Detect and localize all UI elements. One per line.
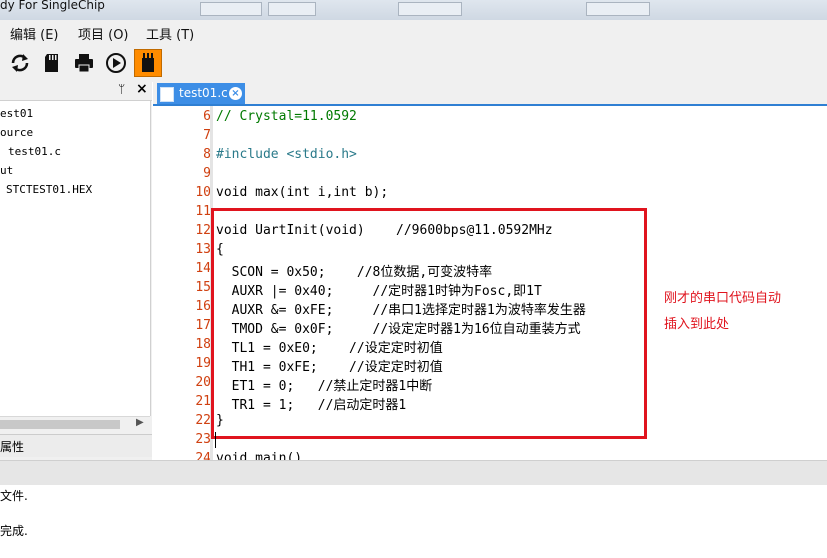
save-button[interactable]	[38, 49, 66, 77]
line-number: 20	[195, 375, 211, 390]
chip-icon	[142, 53, 154, 72]
tab-close-icon[interactable]: ×	[229, 87, 242, 100]
code-line: #include <stdio.h>	[216, 147, 357, 162]
line-number: 8	[203, 147, 211, 162]
menu-tools[interactable]: 工具 (T)	[146, 24, 194, 43]
file-icon	[160, 87, 174, 102]
code-editor[interactable]: 6 7 8 9 10 11 12 13 14 15 16 17 18 19 20…	[153, 106, 827, 460]
properties-label: 属性	[0, 440, 25, 454]
line-number: 15	[195, 280, 211, 295]
tab-label: test01.c	[179, 86, 228, 100]
output-line: 文件.	[0, 489, 28, 503]
sd-card-icon	[45, 54, 58, 72]
code-line: void max(int i,int b);	[216, 185, 389, 200]
menu-edit[interactable]: 编辑 (E)	[10, 24, 59, 43]
editor-tabs: test01.c ×	[153, 82, 827, 106]
toolbar	[0, 44, 827, 82]
properties-tab[interactable]: 属性	[0, 434, 152, 457]
project-panel-header: ᛘ ×	[0, 81, 152, 101]
line-number: 16	[195, 299, 211, 314]
annotation-line: 刚才的串口代码自动	[664, 291, 782, 306]
line-number: 17	[195, 318, 211, 333]
tab-test01-c[interactable]: test01.c ×	[157, 83, 245, 104]
annotation-note: 刚才的串口代码自动 插入到此处	[664, 286, 814, 338]
project-tree: est01 ource test01.c ut STCTEST01.HEX	[0, 101, 151, 416]
line-number: 14	[195, 261, 211, 276]
pin-icon[interactable]: ᛘ	[118, 82, 125, 96]
text-cursor	[215, 432, 216, 448]
code-line: void main()	[216, 451, 303, 460]
line-number: 19	[195, 356, 211, 371]
tree-item-file[interactable]: test01.c	[8, 145, 61, 158]
line-number: 24	[195, 451, 211, 460]
highlight-box	[211, 208, 647, 439]
run-button[interactable]	[102, 49, 130, 77]
line-number: 18	[195, 337, 211, 352]
project-panel: ᛘ × est01 ource test01.c ut STCTEST01.HE…	[0, 81, 152, 460]
line-number: 21	[195, 394, 211, 409]
refresh-button[interactable]	[6, 49, 34, 77]
line-number: 23	[195, 432, 211, 447]
line-number: 10	[195, 185, 211, 200]
printer-icon	[75, 54, 93, 73]
line-number-gutter: 6 7 8 9 10 11 12 13 14 15 16 17 18 19 20…	[153, 106, 211, 460]
play-icon	[106, 53, 126, 73]
window-title: dy For SingleChip	[0, 0, 105, 12]
code-line: // Crystal=11.0592	[216, 109, 357, 124]
output-line: 完成.	[0, 524, 28, 538]
print-button[interactable]	[70, 49, 98, 77]
menu-bar: 编辑 (E) 项目 (O) 工具 (T)	[0, 20, 827, 44]
line-number: 9	[203, 166, 211, 181]
line-number: 6	[203, 109, 211, 124]
title-bar-control	[268, 2, 316, 16]
scrollbar-thumb[interactable]	[0, 420, 120, 429]
tree-item-output[interactable]: ut	[0, 164, 13, 177]
horizontal-scrollbar[interactable]: ▶	[0, 416, 150, 432]
title-bar: dy For SingleChip	[0, 0, 827, 21]
tree-item-hex[interactable]: STCTEST01.HEX	[6, 183, 92, 196]
tree-item-project[interactable]: est01	[0, 107, 33, 120]
refresh-icon	[11, 54, 29, 72]
tree-item-source[interactable]: ource	[0, 126, 33, 139]
line-number: 7	[203, 128, 211, 143]
scroll-right-icon[interactable]: ▶	[136, 417, 144, 428]
chip-button[interactable]	[134, 49, 162, 77]
output-panel: 文件. 完成.	[0, 485, 827, 558]
line-number: 22	[195, 413, 211, 428]
title-bar-control	[586, 2, 650, 16]
line-number: 13	[195, 242, 211, 257]
line-number: 11	[195, 204, 211, 219]
title-bar-control	[200, 2, 262, 16]
close-icon[interactable]: ×	[136, 81, 148, 97]
menu-project[interactable]: 项目 (O)	[78, 24, 129, 43]
output-panel-header	[0, 460, 827, 486]
line-number: 12	[195, 223, 211, 238]
annotation-line: 插入到此处	[664, 317, 730, 332]
title-bar-control	[398, 2, 462, 16]
